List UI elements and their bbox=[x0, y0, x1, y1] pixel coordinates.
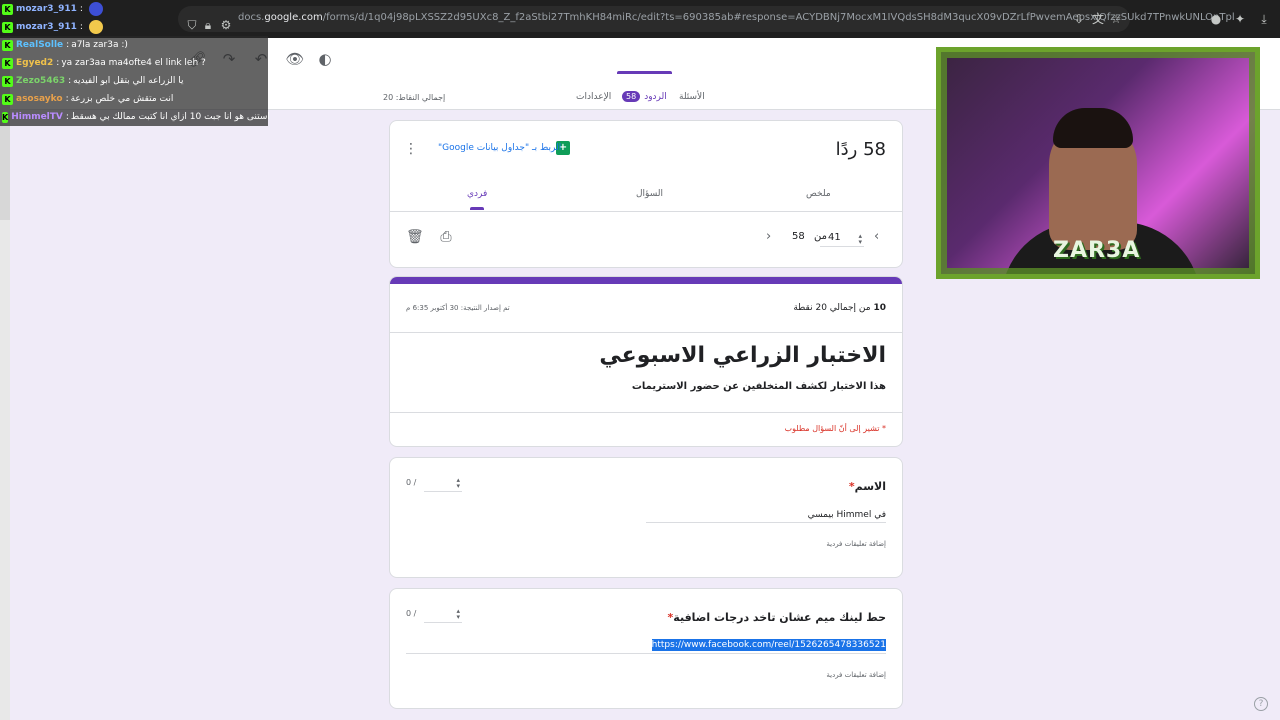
pager-of-label: من bbox=[814, 231, 827, 242]
answer-link[interactable]: https://www.facebook.com/reel/1526265478… bbox=[651, 639, 886, 651]
chat-separator: : bbox=[65, 94, 69, 104]
chat-separator: : bbox=[65, 112, 69, 122]
print-icon[interactable]: ⎙ bbox=[438, 229, 454, 245]
chat-text: انت متقش مي خلص بزرعة bbox=[70, 94, 174, 104]
palette-icon[interactable]: ◐ bbox=[314, 48, 336, 70]
tab-settings[interactable]: الإعدادات bbox=[576, 92, 611, 102]
star-icon[interactable]: ☆ bbox=[1108, 11, 1124, 27]
question-card: حط لينك ميم عشان تاخد درجات اضافية* 0 / … bbox=[389, 588, 903, 709]
kick-badge-icon: K bbox=[2, 21, 13, 33]
question-card: الاسم* 0 / ▴ ▾ في Himmel بيمسي إضافة تعلي… bbox=[389, 457, 903, 578]
chat-text: a7la zar3a :) bbox=[71, 40, 128, 50]
question-title: حط لينك ميم عشان تاخد درجات اضافية* bbox=[667, 611, 886, 624]
chat-message: K HimmelTV: استنى هو انا جبت 10 ازاي انا … bbox=[0, 108, 270, 126]
next-response-icon[interactable]: ‹ bbox=[874, 229, 879, 244]
answer-text: في Himmel بيمسي bbox=[807, 510, 886, 520]
chat-message: Kasosayko: انت متقش مي خلص بزرعة bbox=[0, 90, 268, 108]
divider bbox=[390, 211, 902, 212]
subtab-summary[interactable]: ملخص bbox=[806, 189, 831, 199]
score: 10 من إجمالي 20 نقطة bbox=[793, 303, 886, 313]
subtab-individual[interactable]: فردي bbox=[467, 189, 487, 199]
answer-underline bbox=[646, 522, 886, 523]
delete-icon[interactable]: 🗑︎ bbox=[406, 229, 424, 245]
chat-username[interactable]: mozar3_911 bbox=[16, 22, 77, 32]
extensions-icon[interactable]: ✦ bbox=[1232, 11, 1248, 27]
tab-questions[interactable]: الأسئلة bbox=[679, 92, 705, 102]
preview-icon[interactable]: 👁︎ bbox=[284, 48, 306, 70]
subtab-question[interactable]: السؤال bbox=[636, 189, 663, 199]
chat-text: استنى هو انا جبت 10 ازاي انا كتبت ممالك … bbox=[70, 112, 270, 122]
kick-badge-icon: K bbox=[2, 75, 13, 87]
chat-username[interactable]: asosayko bbox=[16, 94, 63, 104]
kick-badge-icon: K bbox=[2, 57, 13, 69]
chat-message: K RealSolle: a7la zar3a :) bbox=[0, 36, 268, 54]
form-description: هذا الاختبار لكشف المتخلفين عن حضور الاس… bbox=[631, 381, 886, 392]
chat-username[interactable]: mozar3_911 bbox=[16, 4, 77, 14]
install-icon[interactable]: ⇩ bbox=[1071, 11, 1087, 27]
webcam-overlay: ZAR3A bbox=[936, 47, 1260, 279]
chat-username[interactable]: RealSolle bbox=[16, 40, 63, 50]
form-header-card: 10 من إجمالي 20 نقطة تم إصدار النتيجة: 3… bbox=[389, 276, 903, 447]
question-title: الاسم* bbox=[848, 480, 886, 493]
extension-info-icon[interactable]: ● bbox=[1208, 11, 1224, 27]
chat-text: يا الزراعه الي بتقل ابو الفيديه bbox=[73, 76, 184, 86]
add-feedback-link[interactable]: إضافة تعليقات فردية bbox=[826, 671, 886, 679]
chat-message: Kmozar3_911: bbox=[0, 0, 268, 18]
required-note: * تشير إلى أنّ السؤال مطلوب bbox=[784, 424, 886, 433]
responses-count: 58 ردًا bbox=[835, 139, 886, 160]
points-input[interactable]: ▴ ▾ bbox=[424, 607, 462, 623]
chat-username[interactable]: Egyed2 bbox=[16, 58, 53, 68]
pager-total: 58 bbox=[792, 231, 805, 242]
total-points: إجمالي النقاط: 20 bbox=[383, 93, 446, 102]
chat-message: K Egyed2: ya zar3aa ma4ofte4 el link leh … bbox=[0, 54, 268, 72]
chat-username[interactable]: HimmelTV bbox=[11, 112, 63, 122]
points-input-group: 0 / bbox=[406, 609, 417, 618]
emote-icon bbox=[88, 2, 103, 16]
chat-text: ya zar3aa ma4ofte4 el link leh ? bbox=[61, 58, 206, 68]
kick-badge-icon: K bbox=[2, 93, 13, 105]
responses-badge: 58 bbox=[622, 91, 641, 102]
help-icon[interactable]: ? bbox=[1254, 697, 1268, 711]
scrollbar[interactable] bbox=[0, 220, 10, 720]
kick-badge-icon: K bbox=[2, 111, 9, 123]
chat-separator: : bbox=[68, 76, 72, 86]
divider bbox=[390, 412, 902, 413]
vine-frame bbox=[941, 52, 1255, 274]
points-input[interactable]: ▴ ▾ bbox=[424, 476, 462, 492]
address-bar[interactable]: ⛉ 🔒︎ ⚙ docs.google.com/forms/d/1q04j98pL… bbox=[178, 6, 1235, 32]
link-to-sheets[interactable]: الربط بـ "جداول بيانات Google" bbox=[438, 143, 561, 153]
emote-icon bbox=[88, 20, 103, 34]
responses-summary-card: 58 ردًا + الربط بـ "جداول بيانات Google"… bbox=[389, 120, 903, 268]
chat-message: K Zezo5463: يا الزراعه الي بتقل ابو الفيد… bbox=[0, 72, 268, 90]
accent-bar bbox=[390, 277, 902, 284]
more-options-icon[interactable]: ⋮ bbox=[404, 141, 418, 157]
previous-response-icon[interactable]: › bbox=[766, 229, 771, 244]
chat-separator: : bbox=[66, 40, 70, 50]
subtab-indicator bbox=[470, 207, 484, 210]
tab-responses[interactable]: 58 الردود bbox=[622, 91, 667, 102]
translate-icon[interactable]: 文 bbox=[1090, 11, 1106, 27]
kick-badge-icon: K bbox=[2, 39, 13, 51]
chat-overlay: Kmozar3_911: Kmozar3_911: K RealSolle: a7… bbox=[0, 0, 270, 126]
chat-username[interactable]: Zezo5463 bbox=[16, 76, 65, 86]
kick-badge-icon: K bbox=[2, 3, 13, 15]
chat-separator: : bbox=[79, 4, 83, 14]
add-feedback-link[interactable]: إضافة تعليقات فردية bbox=[826, 540, 886, 548]
score-released: تم إصدار النتيجة: 30 أكتوبر 6:35 م bbox=[406, 304, 510, 312]
form-title: الاختبار الزراعي الاسبوعي bbox=[599, 343, 886, 368]
downloads-icon[interactable]: ⤓ bbox=[1256, 11, 1272, 27]
answer-underline bbox=[406, 653, 886, 654]
chat-separator: : bbox=[79, 22, 83, 32]
chat-message: Kmozar3_911: bbox=[0, 18, 268, 36]
points-input-group: 0 / bbox=[406, 478, 417, 487]
chat-separator: : bbox=[56, 58, 60, 68]
divider bbox=[390, 332, 902, 333]
active-tab-indicator bbox=[617, 71, 672, 74]
